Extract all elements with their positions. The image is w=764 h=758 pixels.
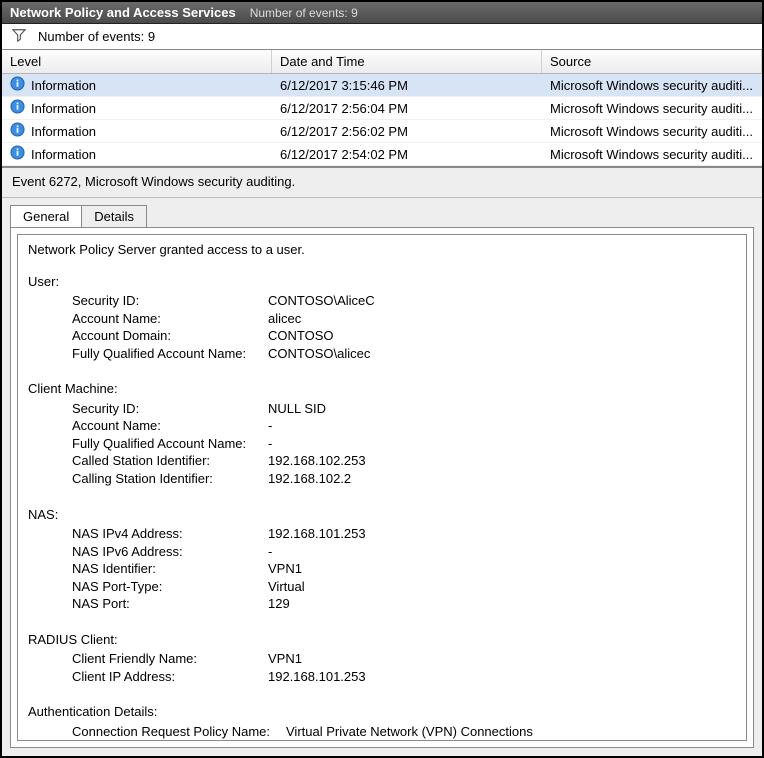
detail-content[interactable]: Network Policy Server granted access to … bbox=[17, 234, 747, 741]
event-message: Network Policy Server granted access to … bbox=[28, 241, 736, 259]
property-row: Account Name:alicec bbox=[28, 310, 736, 328]
property-row: Client Friendly Name:VPN1 bbox=[28, 650, 736, 668]
cell-date: 6/12/2017 2:54:02 PM bbox=[272, 145, 542, 164]
property-key: NAS IPv6 Address: bbox=[28, 543, 268, 561]
property-row: Account Name:- bbox=[28, 417, 736, 435]
cell-source: Microsoft Windows security auditi... bbox=[542, 122, 762, 141]
tab-details[interactable]: Details bbox=[81, 205, 147, 228]
section-title: Authentication Details: bbox=[28, 703, 736, 721]
property-key: Fully Qualified Account Name: bbox=[28, 435, 268, 453]
section-title: RADIUS Client: bbox=[28, 631, 736, 649]
property-key: Account Domain: bbox=[28, 327, 268, 345]
property-key: Connection Request Policy Name: bbox=[28, 723, 286, 741]
property-value: CONTOSO\AliceC bbox=[268, 292, 736, 310]
col-header-source[interactable]: Source bbox=[542, 50, 762, 73]
information-icon bbox=[10, 76, 25, 94]
property-key: Security ID: bbox=[28, 292, 268, 310]
property-value: 129 bbox=[268, 595, 736, 613]
property-row: Security ID:CONTOSO\AliceC bbox=[28, 292, 736, 310]
section-title: Client Machine: bbox=[28, 380, 736, 398]
property-row: Fully Qualified Account Name:CONTOSO\ali… bbox=[28, 345, 736, 363]
information-icon bbox=[10, 99, 25, 117]
event-grid: Level Date and Time Source Information 6/… bbox=[2, 50, 762, 167]
tab-general[interactable]: General bbox=[10, 205, 82, 228]
cell-date: 6/12/2017 2:56:04 PM bbox=[272, 99, 542, 118]
detail-wrap: General Details Network Policy Server gr… bbox=[2, 198, 762, 756]
property-value: 192.168.101.253 bbox=[268, 525, 736, 543]
property-value: - bbox=[268, 435, 736, 453]
property-value: 192.168.101.253 bbox=[268, 668, 736, 686]
property-value: 192.168.102.2 bbox=[268, 470, 736, 488]
property-value: Virtual Private Network (VPN) Connection… bbox=[286, 723, 736, 741]
filter-icon[interactable] bbox=[12, 28, 26, 45]
property-key: Account Name: bbox=[28, 310, 268, 328]
property-value: - bbox=[268, 543, 736, 561]
property-value: VPN1 bbox=[268, 560, 736, 578]
cell-date: 6/12/2017 3:15:46 PM bbox=[272, 76, 542, 95]
event-header-bar: Event 6272, Microsoft Windows security a… bbox=[2, 167, 762, 198]
property-key: Security ID: bbox=[28, 400, 268, 418]
event-header: Event 6272, Microsoft Windows security a… bbox=[12, 174, 752, 189]
cell-level: Information bbox=[31, 147, 96, 162]
detail-panel: Network Policy Server granted access to … bbox=[10, 227, 754, 748]
filter-text: Number of events: 9 bbox=[38, 29, 155, 44]
property-row: Connection Request Policy Name:Virtual P… bbox=[28, 723, 736, 741]
property-row: Security ID:NULL SID bbox=[28, 400, 736, 418]
cell-level: Information bbox=[31, 78, 96, 93]
property-key: Client IP Address: bbox=[28, 668, 268, 686]
property-key: Called Station Identifier: bbox=[28, 452, 268, 470]
property-row: Account Domain:CONTOSO bbox=[28, 327, 736, 345]
property-row: NAS Port-Type:Virtual bbox=[28, 578, 736, 596]
property-value: alicec bbox=[268, 310, 736, 328]
property-row: Fully Qualified Account Name:- bbox=[28, 435, 736, 453]
property-value: 192.168.102.253 bbox=[268, 452, 736, 470]
table-row[interactable]: Information 6/12/2017 2:56:04 PMMicrosoft… bbox=[2, 97, 762, 120]
property-key: NAS Port: bbox=[28, 595, 268, 613]
property-key: NAS Port-Type: bbox=[28, 578, 268, 596]
titlebar: Network Policy and Access Services Numbe… bbox=[2, 2, 762, 24]
property-row: NAS Port:129 bbox=[28, 595, 736, 613]
cell-source: Microsoft Windows security auditi... bbox=[542, 145, 762, 164]
property-value: CONTOSO bbox=[268, 327, 736, 345]
section-title: User: bbox=[28, 273, 736, 291]
section-title: NAS: bbox=[28, 506, 736, 524]
property-row: Client IP Address:192.168.101.253 bbox=[28, 668, 736, 686]
cell-source: Microsoft Windows security auditi... bbox=[542, 76, 762, 95]
table-row[interactable]: Information 6/12/2017 2:56:02 PMMicrosoft… bbox=[2, 120, 762, 143]
property-key: NAS Identifier: bbox=[28, 560, 268, 578]
property-key: Calling Station Identifier: bbox=[28, 470, 268, 488]
information-icon bbox=[10, 122, 25, 140]
grid-header: Level Date and Time Source bbox=[2, 50, 762, 74]
table-row[interactable]: Information 6/12/2017 2:54:02 PMMicrosoft… bbox=[2, 143, 762, 166]
information-icon bbox=[10, 145, 25, 163]
property-key: Client Friendly Name: bbox=[28, 650, 268, 668]
property-value: - bbox=[268, 417, 736, 435]
cell-source: Microsoft Windows security auditi... bbox=[542, 99, 762, 118]
cell-level: Information bbox=[31, 101, 96, 116]
property-row: NAS Identifier:VPN1 bbox=[28, 560, 736, 578]
tabs: General Details bbox=[10, 205, 754, 228]
col-header-date[interactable]: Date and Time bbox=[272, 50, 542, 73]
property-value: NULL SID bbox=[268, 400, 736, 418]
property-key: NAS IPv4 Address: bbox=[28, 525, 268, 543]
property-row: Calling Station Identifier:192.168.102.2 bbox=[28, 470, 736, 488]
property-key: Account Name: bbox=[28, 417, 268, 435]
window-subtitle: Number of events: 9 bbox=[250, 6, 358, 20]
property-row: NAS IPv4 Address:192.168.101.253 bbox=[28, 525, 736, 543]
cell-date: 6/12/2017 2:56:02 PM bbox=[272, 122, 542, 141]
property-row: NAS IPv6 Address:- bbox=[28, 543, 736, 561]
property-key: Fully Qualified Account Name: bbox=[28, 345, 268, 363]
property-value: VPN1 bbox=[268, 650, 736, 668]
col-header-level[interactable]: Level bbox=[2, 50, 272, 73]
property-row: Called Station Identifier:192.168.102.25… bbox=[28, 452, 736, 470]
table-row[interactable]: Information 6/12/2017 3:15:46 PMMicrosoft… bbox=[2, 74, 762, 97]
property-value: CONTOSO\alicec bbox=[268, 345, 736, 363]
property-value: Virtual bbox=[268, 578, 736, 596]
window-title: Network Policy and Access Services bbox=[10, 5, 236, 20]
filter-bar: Number of events: 9 bbox=[2, 24, 762, 50]
cell-level: Information bbox=[31, 124, 96, 139]
